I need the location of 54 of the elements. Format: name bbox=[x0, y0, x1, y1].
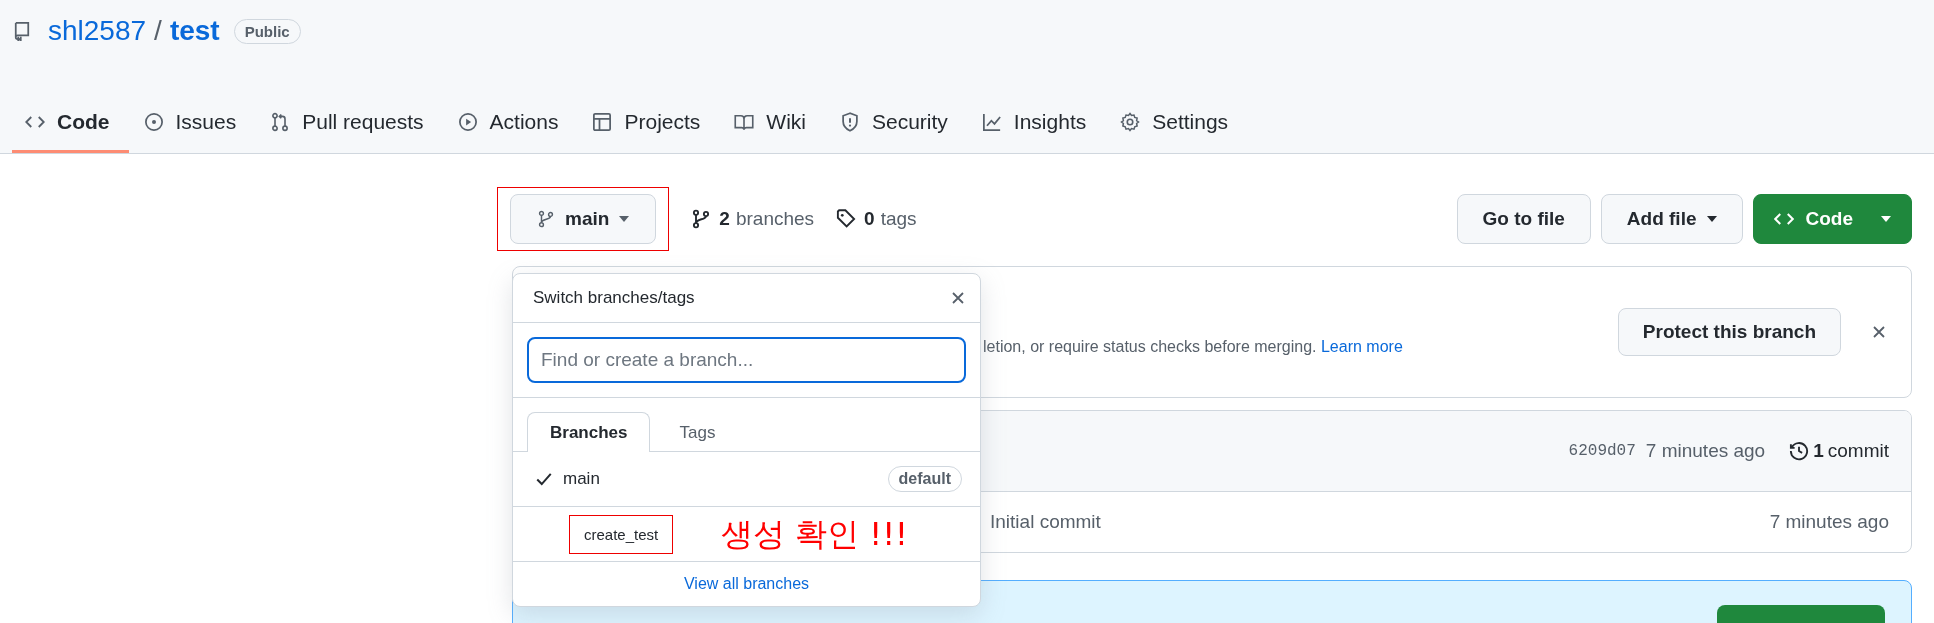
learn-more-link[interactable]: Learn more bbox=[1320, 338, 1403, 355]
branch-select-button[interactable]: main bbox=[510, 194, 657, 244]
protect-branch-button[interactable]: Protect this branch bbox=[1617, 308, 1841, 356]
dropdown-tab[interactable]: Tags bbox=[656, 412, 739, 452]
branch-icon bbox=[691, 209, 712, 229]
close-icon[interactable] bbox=[1871, 324, 1887, 340]
add-file-button[interactable]: Add file bbox=[1600, 194, 1743, 244]
branch-name: main bbox=[563, 469, 600, 489]
branches-link[interactable]: 2 branches bbox=[691, 208, 815, 230]
repo-name-link[interactable]: test bbox=[169, 15, 220, 47]
graph-icon bbox=[981, 112, 1002, 132]
commit-time: 7 minutes ago bbox=[1645, 440, 1766, 462]
table-icon bbox=[592, 112, 613, 132]
commit-count-link[interactable]: 1 commit bbox=[1789, 440, 1889, 462]
branch-icon bbox=[537, 210, 555, 228]
caret-icon bbox=[619, 216, 630, 222]
history-icon bbox=[1789, 441, 1810, 461]
dropdown-title: Switch branches/tags bbox=[533, 288, 695, 308]
book-icon bbox=[734, 112, 755, 132]
repo-tab[interactable]: Insights bbox=[968, 94, 1106, 153]
issue-icon bbox=[143, 112, 164, 132]
tag-icon bbox=[836, 209, 857, 229]
annotation-text: 생성 확인 !!! bbox=[721, 514, 908, 555]
path-separator: / bbox=[154, 15, 162, 47]
tags-link[interactable]: 0 tags bbox=[836, 208, 917, 230]
code-button[interactable]: Code bbox=[1752, 194, 1912, 244]
shield-icon bbox=[840, 112, 860, 132]
repo-tab[interactable]: Settings bbox=[1107, 94, 1248, 153]
repo-icon bbox=[12, 21, 32, 41]
repo-tab[interactable]: Projects bbox=[579, 94, 720, 153]
branch-search-field[interactable]: Find or create a branch... bbox=[527, 337, 966, 383]
repo-owner-link[interactable]: shl2587 bbox=[48, 15, 147, 47]
pull-request-icon bbox=[270, 112, 291, 132]
caret-icon bbox=[1706, 216, 1717, 222]
branch-item[interactable]: create_test 생성 확인 !!! bbox=[513, 507, 980, 562]
view-all-branches-link[interactable]: View all branches bbox=[683, 575, 810, 593]
commit-time: 7 minutes ago bbox=[1769, 511, 1889, 533]
highlighted-branch-name: create_test bbox=[569, 514, 674, 554]
repo-tab[interactable]: Code bbox=[12, 94, 129, 153]
repo-tab[interactable]: Pull requests bbox=[257, 94, 443, 153]
caret-icon bbox=[1881, 216, 1891, 222]
commit-hash[interactable]: 6209d07 bbox=[1568, 442, 1636, 460]
play-icon bbox=[457, 112, 478, 132]
commit-message[interactable]: Initial commit bbox=[990, 511, 1770, 533]
go-to-file-button[interactable]: Go to file bbox=[1456, 194, 1591, 244]
close-icon[interactable] bbox=[950, 290, 966, 306]
branch-item[interactable]: main default bbox=[513, 452, 980, 507]
repo-tab[interactable]: Security bbox=[827, 94, 967, 153]
repo-tab[interactable]: Issues bbox=[130, 94, 256, 153]
settings-icon bbox=[1120, 112, 1141, 132]
banner-text: letion, or require status checks before merging. Learn more bbox=[983, 338, 1404, 356]
repo-tab[interactable]: Wiki bbox=[721, 94, 825, 153]
dropdown-tab[interactable]: Branches bbox=[527, 412, 651, 452]
repo-tab[interactable]: Actions bbox=[444, 94, 578, 153]
